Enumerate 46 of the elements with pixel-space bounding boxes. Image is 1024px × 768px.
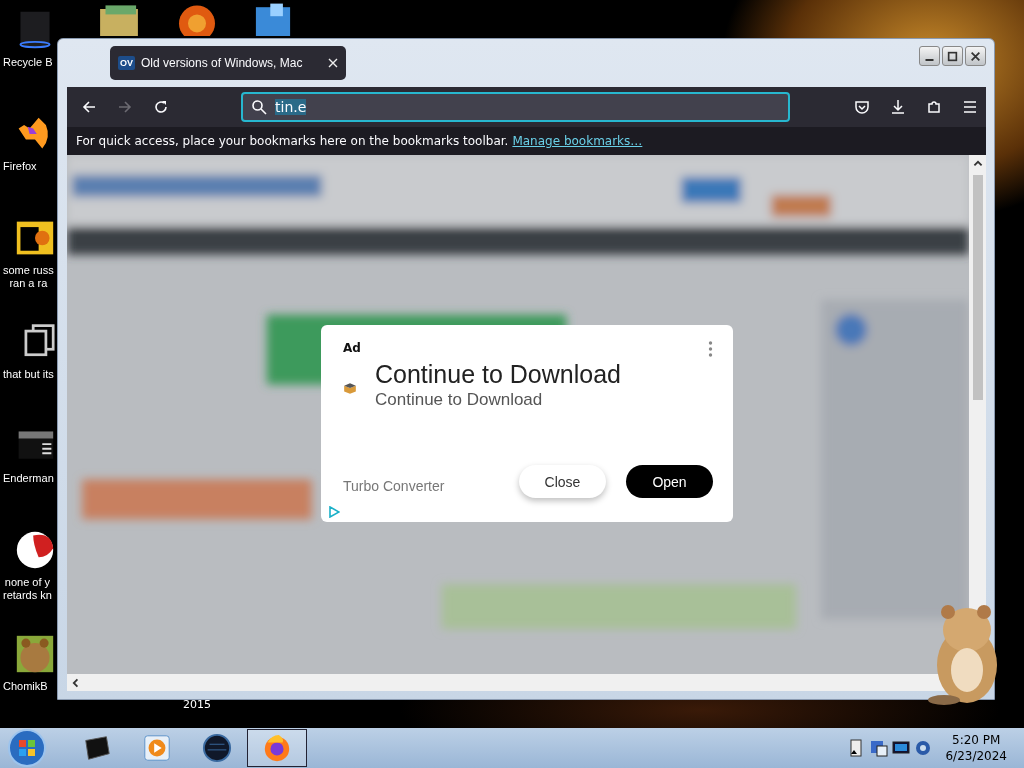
address-field[interactable]: tin.e <box>241 92 790 122</box>
scrollbar-thumb[interactable] <box>972 175 983 400</box>
icon-label[interactable]: that but its <box>3 368 54 381</box>
puzzle-icon[interactable] <box>926 99 942 115</box>
minimize-button[interactable] <box>919 46 940 66</box>
reload-icon[interactable] <box>153 99 169 115</box>
open-button[interactable]: Open <box>626 465 713 498</box>
site-favicon: OV <box>118 56 135 70</box>
more-options-icon[interactable] <box>708 341 713 357</box>
ad-subtitle: Continue to Download <box>375 390 544 410</box>
icon-label[interactable]: Firefox <box>3 160 37 173</box>
close-button[interactable] <box>965 46 986 66</box>
ad-label: Ad <box>343 341 361 357</box>
search-icon <box>251 99 267 115</box>
clock-date: 6/23/2024 <box>945 748 1007 764</box>
icon-label[interactable]: none of y retards kn <box>3 576 52 602</box>
network-icon[interactable] <box>869 738 890 758</box>
play-triangle-icon[interactable] <box>328 506 340 518</box>
minimize-icon <box>925 59 934 61</box>
bookmarks-message: For quick access, place your bookmarks here on the bookmarks toolbar. <box>76 134 509 148</box>
firefox-icon <box>262 733 292 763</box>
advertiser-name: Turbo Converter <box>343 477 445 494</box>
pocket-icon[interactable] <box>854 99 870 115</box>
clock-time: 5:20 PM <box>952 732 1001 748</box>
box-logo-icon <box>343 382 357 394</box>
menu-icon[interactable] <box>962 99 978 115</box>
back-icon[interactable] <box>81 99 97 115</box>
play-icon <box>142 733 172 763</box>
manage-bookmarks-link[interactable]: Manage bookmarks… <box>512 134 643 148</box>
close-button[interactable]: Close <box>519 465 606 498</box>
start-button[interactable] <box>7 728 47 768</box>
icon-label[interactable]: Enderman <box>3 472 54 485</box>
icon-label[interactable]: ChomikB <box>3 680 48 693</box>
maximize-button[interactable] <box>942 46 963 66</box>
taskbar-app[interactable] <box>247 729 307 767</box>
globe-icon <box>202 733 232 763</box>
download-icon[interactable] <box>890 99 906 115</box>
close-icon <box>970 51 981 62</box>
close-icon[interactable] <box>328 58 338 68</box>
ad-title: Continue to Download <box>375 360 621 389</box>
desktop-text: 2015 <box>183 698 211 711</box>
browser-tab[interactable]: OV Old versions of Windows, Mac <box>110 46 346 80</box>
maximize-icon <box>947 51 958 62</box>
clock[interactable]: 5:20 PM 6/23/2024 <box>945 732 1007 764</box>
icon-label[interactable]: Recycle B <box>3 56 53 69</box>
icon-label[interactable]: some russ ran a ra <box>3 264 54 290</box>
